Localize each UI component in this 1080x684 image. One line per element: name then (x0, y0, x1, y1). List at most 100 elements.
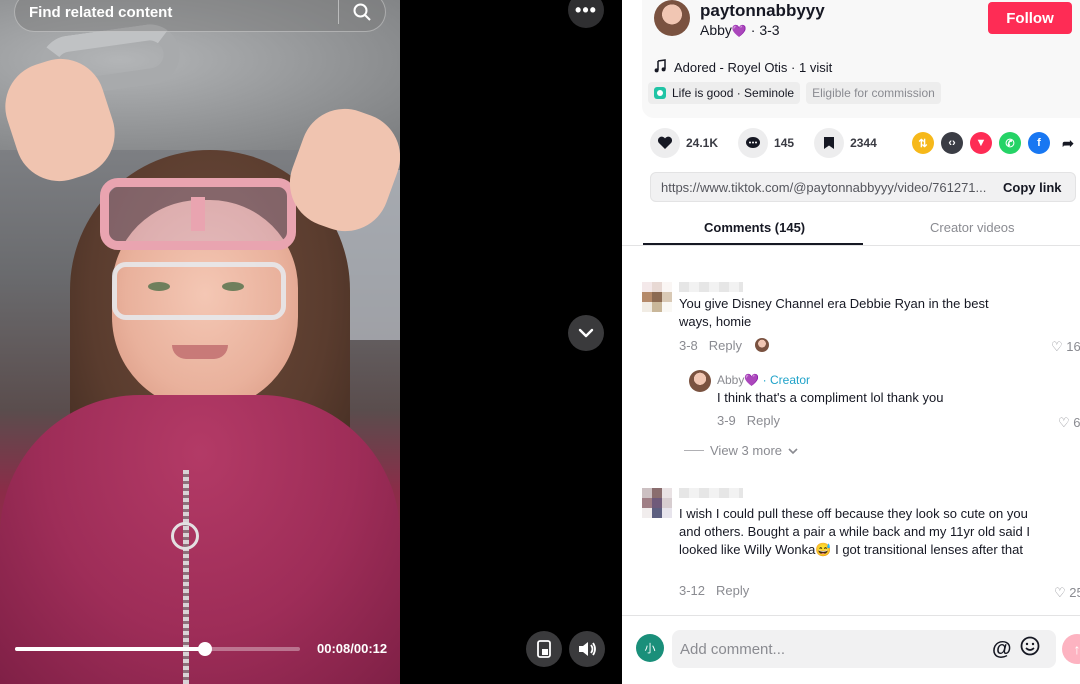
video-link-box: https://www.tiktok.com/@paytonnabbyyy/vi… (650, 172, 1076, 202)
video-link-url[interactable]: https://www.tiktok.com/@paytonnabbyyy/vi… (661, 180, 991, 195)
video-mouth (172, 345, 228, 359)
tab-creator-videos[interactable]: Creator videos (930, 220, 1015, 235)
comment-input-wrap[interactable]: @ (672, 630, 1056, 668)
heart-outline-icon[interactable]: ♡ (1058, 415, 1070, 430)
more-options-icon[interactable]: ••• (568, 0, 604, 28)
like-count: 24.1K (686, 136, 719, 150)
bookmark-icon[interactable] (814, 128, 845, 158)
comment-stat[interactable]: 145 (738, 128, 794, 158)
comment-date: 3-12 (679, 583, 706, 598)
save-count: 2344 (850, 136, 877, 150)
reply-text: I think that's a compliment lol thank yo… (717, 390, 944, 405)
copy-link-button[interactable]: Copy link (1003, 180, 1062, 195)
commenter-name[interactable] (679, 282, 743, 292)
commission-label: Eligible for commission (812, 86, 935, 100)
purple-heart-icon: 💜 (731, 24, 747, 38)
share-icons: ⇅ ‹› ▼ ✆ f ➦ (912, 132, 1079, 154)
creator-badge: · Creator (762, 373, 810, 387)
side-panel: paytonnabbyyy Abby💜 · 3-3 Follow Adored … (622, 0, 1080, 684)
author-subtitle: Abby💜 · 3-3 (700, 22, 780, 38)
tab-comments[interactable]: Comments (145) (704, 220, 805, 235)
send-icon[interactable]: ▼ (970, 132, 992, 154)
music-title: Adored - Royel Otis · 1 visit (674, 60, 833, 75)
comment-like-count[interactable]: ♡ 16 (1051, 339, 1080, 355)
follow-button[interactable]: Follow (988, 2, 1072, 34)
comment-composer: 小 @ ↑ (622, 615, 1080, 684)
chevron-down-icon (788, 443, 798, 458)
volume-icon[interactable] (569, 631, 605, 667)
video-pane: Find related content ••• 00:08/00:12 (0, 0, 622, 684)
comment-icon[interactable] (738, 128, 769, 158)
tags-row: Life is good · Seminole Eligible for com… (648, 82, 941, 104)
like-number: 6 (1073, 415, 1080, 430)
video-zip-ring (171, 522, 199, 550)
location-tag[interactable]: Life is good · Seminole (648, 82, 801, 104)
comment-date: 3-8 (679, 338, 698, 353)
reply-meta: 3-9 Reply (717, 413, 780, 428)
panel-tabs: Comments (145) Creator videos (622, 210, 1080, 246)
post-comment-icon[interactable]: ↑ (1062, 634, 1080, 664)
progress-bar[interactable] (15, 642, 300, 656)
post-date: · 3-3 (750, 22, 780, 38)
comment-count: 145 (774, 136, 795, 150)
embed-icon[interactable]: ‹› (941, 132, 963, 154)
video-zipper (183, 470, 189, 684)
comment-meta: 3-8 Reply (679, 338, 770, 353)
location-pin-icon (654, 87, 666, 99)
author-display-name: Abby (700, 22, 732, 38)
music-row[interactable]: Adored - Royel Otis · 1 visit (654, 59, 832, 76)
facebook-icon[interactable]: f (1028, 132, 1050, 154)
location-label: Life is good · Seminole (672, 86, 795, 100)
save-stat[interactable]: 2344 (814, 128, 877, 158)
share-arrow-icon[interactable]: ➦ (1057, 132, 1079, 154)
comment-like-count[interactable]: ♡ 25 (1054, 585, 1080, 601)
reply-author[interactable]: Abby💜 · Creator (717, 373, 810, 387)
comment-meta: 3-12 Reply (679, 583, 749, 598)
creator-liked-avatar (755, 338, 770, 352)
heart-icon[interactable] (650, 128, 680, 158)
author-avatar[interactable] (654, 0, 690, 36)
stats-row: 24.1K 145 2344 (650, 128, 897, 158)
search-icon[interactable] (339, 0, 385, 32)
heart-outline-icon[interactable]: ♡ (1054, 585, 1066, 600)
reply-avatar[interactable] (689, 370, 711, 392)
video-player[interactable] (0, 0, 400, 684)
commission-tag: Eligible for commission (806, 82, 941, 104)
view-more-line (684, 450, 704, 451)
video-pink-glasses (100, 178, 296, 250)
purple-heart-icon: 💜 (744, 373, 760, 387)
reply-date: 3-9 (717, 413, 736, 428)
like-number: 16 (1066, 339, 1080, 354)
chevron-down-icon[interactable] (568, 315, 604, 351)
comment-text: You give Disney Channel era Debbie Ryan … (679, 296, 989, 329)
repost-icon[interactable]: ⇅ (912, 132, 934, 154)
emoji-icon[interactable] (1020, 636, 1040, 662)
progress-fill (15, 647, 206, 651)
reply-button[interactable]: Reply (716, 583, 749, 598)
mention-icon[interactable]: @ (992, 638, 1012, 661)
search-bar[interactable]: Find related content (14, 0, 386, 32)
like-stat[interactable]: 24.1K (650, 128, 718, 158)
commenter-name[interactable] (679, 488, 743, 498)
reply-button[interactable]: Reply (709, 338, 742, 353)
reply-like-count[interactable]: ♡ 6 (1058, 415, 1080, 431)
commenter-avatar[interactable] (642, 282, 672, 312)
commenter-avatar[interactable] (642, 488, 672, 518)
author-username[interactable]: paytonnabbyyy (700, 1, 825, 21)
music-note-icon (654, 59, 666, 76)
like-number: 25 (1069, 585, 1080, 600)
video-clear-glasses (112, 262, 286, 320)
progress-handle[interactable] (198, 642, 213, 656)
user-avatar[interactable]: 小 (636, 634, 664, 662)
reply-author-name: Abby (717, 373, 745, 387)
pip-icon[interactable] (526, 631, 562, 667)
time-readout: 00:08/00:12 (317, 641, 388, 656)
search-input[interactable]: Find related content (29, 4, 338, 21)
heart-outline-icon[interactable]: ♡ (1051, 339, 1063, 354)
comment-text: I wish I could pull these off because th… (679, 506, 1030, 557)
reply-button[interactable]: Reply (747, 413, 780, 428)
comment-input[interactable] (680, 640, 980, 658)
view-more-label: View 3 more (710, 443, 783, 458)
view-more-replies[interactable]: View 3 more (684, 443, 798, 458)
whatsapp-icon[interactable]: ✆ (999, 132, 1021, 154)
